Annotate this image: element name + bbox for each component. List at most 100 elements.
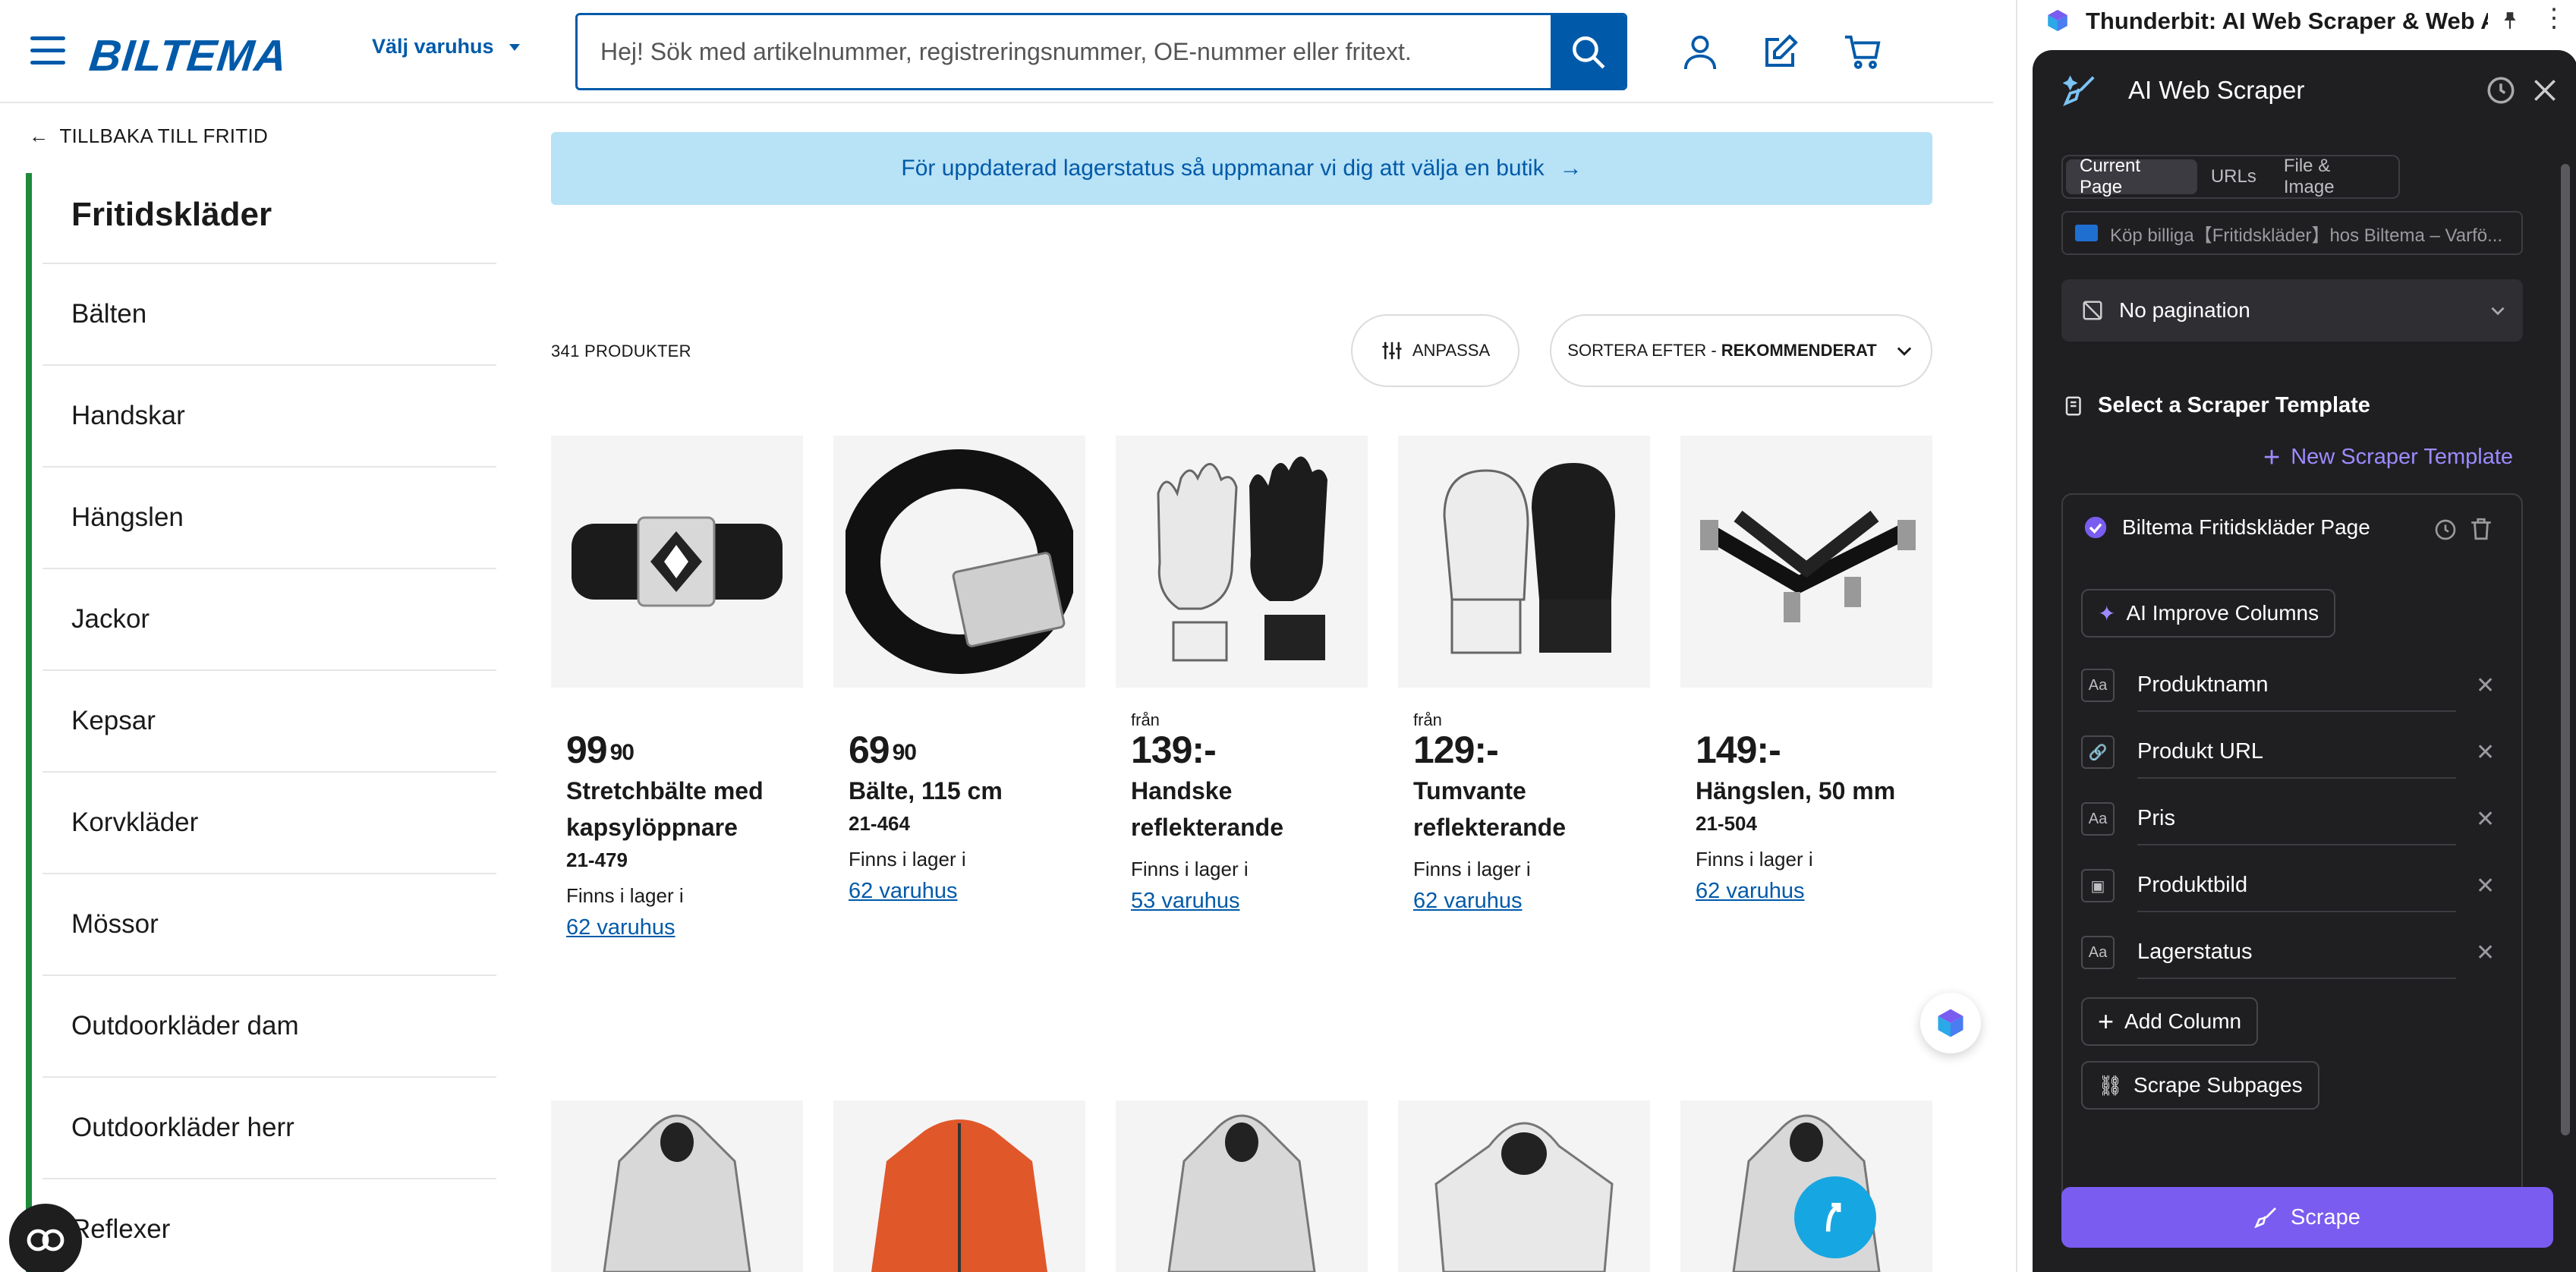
back-link[interactable]: ← TILLBAKA TILL FRITID (29, 124, 268, 148)
thunderbit-float-icon[interactable] (1920, 993, 1981, 1053)
stores-link[interactable]: 62 varuhus (566, 915, 675, 940)
sidebar-item-handskar[interactable]: Handskar (43, 364, 496, 466)
scrape-label: Scrape (2291, 1204, 2360, 1229)
pagination-select[interactable]: No pagination (2061, 279, 2523, 342)
accessibility-button[interactable] (9, 1204, 82, 1272)
product-image[interactable] (833, 436, 1085, 688)
sidebar-item-hangslen[interactable]: Hängslen (43, 466, 496, 568)
column-name[interactable]: Lagerstatus (2137, 926, 2456, 979)
scrape-button[interactable]: Scrape (2061, 1187, 2553, 1248)
column-row[interactable]: 🔗 Produkt URL ✕ (2081, 726, 2506, 779)
source-tabs: Current Page URLs File & Image (2061, 155, 2400, 199)
add-column-label: Add Column (2124, 1009, 2242, 1033)
tab-urls[interactable]: URLs (2197, 159, 2270, 194)
text-icon: Aa (2081, 802, 2115, 836)
customize-button[interactable]: ANPASSA (1351, 314, 1519, 387)
new-template-button[interactable]: + New Scraper Template (2263, 443, 2514, 472)
product-price: 69 90 (849, 729, 1070, 771)
product-image[interactable] (1398, 436, 1650, 688)
ai-improve-button[interactable]: ✦ AI Improve Columns (2081, 589, 2336, 638)
menu-icon[interactable] (30, 36, 65, 65)
product-card[interactable]: från 139:- Handske reflekterande Finns i… (1116, 436, 1368, 914)
jacket-image (1434, 1122, 1614, 1272)
user-icon[interactable] (1679, 30, 1721, 73)
column-row[interactable]: Aa Pris ✕ (2081, 792, 2506, 845)
arrow-left-icon: ← (29, 124, 49, 147)
caret-down-icon (509, 44, 520, 52)
column-name[interactable]: Produktnamn (2137, 659, 2456, 712)
trash-icon[interactable] (2468, 516, 2494, 542)
product-name[interactable]: Stretchbälte med kapsylöppnare (566, 773, 788, 845)
column-name[interactable]: Pris (2137, 792, 2456, 845)
product-image[interactable] (1116, 1100, 1368, 1272)
search-input[interactable] (578, 15, 1551, 88)
remove-icon[interactable]: ✕ (2476, 873, 2495, 899)
history-icon[interactable] (2433, 518, 2458, 542)
pin-icon[interactable] (2500, 9, 2520, 32)
column-name[interactable]: Produktbild (2137, 859, 2456, 912)
belt-image (572, 516, 783, 607)
product-image[interactable] (833, 1100, 1085, 1272)
sidebar-item-kepsar[interactable]: Kepsar (43, 669, 496, 771)
stores-link[interactable]: 53 varuhus (1131, 889, 1240, 914)
close-icon[interactable] (2530, 76, 2559, 105)
current-url-field[interactable]: Köp billiga【Fritidskläder】hos Biltema – … (2061, 211, 2523, 255)
sidebar-item-jackor[interactable]: Jackor (43, 568, 496, 669)
price-prefix (1696, 710, 1917, 729)
sidebar-item-outdoor-dam[interactable]: Outdoorkläder dam (43, 974, 496, 1076)
search-button[interactable] (1551, 15, 1625, 88)
category-sidebar: Fritidskläder Bälten Handskar Hängslen J… (26, 173, 496, 1272)
remove-icon[interactable]: ✕ (2476, 806, 2495, 833)
sidebar-item-mossor[interactable]: Mössor (43, 873, 496, 974)
product-card[interactable]: 69 90 Bälte, 115 cm 21-464 Finns i lager … (833, 436, 1085, 904)
more-icon[interactable]: ⋮ (2541, 3, 2567, 33)
column-name[interactable]: Produkt URL (2137, 726, 2456, 779)
sidebar-item-korvklader[interactable]: Korvkläder (43, 771, 496, 873)
scrape-subpages-button[interactable]: ⛓ Scrape Subpages (2081, 1061, 2319, 1110)
store-selector[interactable]: Välj varuhus (372, 35, 520, 58)
edit-list-icon[interactable] (1759, 30, 1802, 73)
stores-link[interactable]: 62 varuhus (1696, 879, 1805, 904)
tab-current-page[interactable]: Current Page (2066, 156, 2197, 197)
tab-file-image[interactable]: File & Image (2270, 156, 2395, 197)
column-row[interactable]: Aa Lagerstatus ✕ (2081, 926, 2506, 979)
sparkle-icon: ✦ (2098, 601, 2116, 625)
product-image[interactable] (1398, 1100, 1650, 1272)
product-name[interactable]: Tumvante reflekterande (1413, 773, 1635, 845)
product-card[interactable]: från 129:- Tumvante reflekterande Finns … (1398, 436, 1650, 914)
stores-link[interactable]: 62 varuhus (849, 879, 958, 904)
biltema-logo[interactable]: BILTEMA (87, 30, 290, 81)
add-column-button[interactable]: + Add Column (2081, 997, 2259, 1046)
price-main: 129:- (1413, 729, 1499, 771)
product-name[interactable]: Bälte, 115 cm (849, 773, 1070, 809)
extension-sidepanel: Thunderbit: AI Web Scraper & Web A... ⋮ … (2016, 0, 2576, 1272)
column-row[interactable]: Aa Produktnamn ✕ (2081, 659, 2506, 712)
template-header[interactable]: Biltema Fritidskläder Page (2083, 515, 2370, 540)
sidebar-item-outdoor-herr[interactable]: Outdoorkläder herr (43, 1076, 496, 1178)
scroll-to-top-button[interactable] (1794, 1176, 1876, 1258)
product-name[interactable]: Handske reflekterande (1131, 773, 1353, 845)
product-image[interactable] (551, 436, 803, 688)
remove-icon[interactable]: ✕ (2476, 940, 2495, 966)
product-image[interactable] (551, 1100, 803, 1272)
product-image[interactable] (1116, 436, 1368, 688)
sort-dropdown[interactable]: SORTERA EFTER - REKOMMENDERAT (1550, 314, 1932, 387)
remove-icon[interactable]: ✕ (2476, 672, 2495, 699)
column-row[interactable]: ▣ Produktbild ✕ (2081, 859, 2506, 912)
store-banner[interactable]: För uppdaterad lagerstatus så uppmanar v… (551, 132, 1932, 205)
link-icon: 🔗 (2081, 735, 2115, 769)
panel-scrollbar[interactable] (2561, 164, 2570, 1135)
remove-icon[interactable]: ✕ (2476, 739, 2495, 766)
category-list: Bälten Handskar Hängslen Jackor Kepsar K… (43, 263, 496, 1272)
stores-link[interactable]: 62 varuhus (1413, 889, 1523, 914)
product-card[interactable]: 99 90 Stretchbälte med kapsylöppnare 21-4… (551, 436, 803, 940)
product-image[interactable] (1680, 436, 1932, 688)
sidebar-item-reflexer[interactable]: Reflexer (43, 1178, 496, 1272)
new-template-label: New Scraper Template (2291, 445, 2514, 469)
cart-icon[interactable] (1841, 30, 1884, 73)
sidebar-item-balten[interactable]: Bälten (43, 263, 496, 364)
history-icon[interactable] (2485, 74, 2517, 106)
price-prefix (849, 710, 1070, 729)
product-name[interactable]: Hängslen, 50 mm (1696, 773, 1917, 809)
product-card[interactable]: 149:- Hängslen, 50 mm 21-504 Finns i lag… (1680, 436, 1932, 904)
